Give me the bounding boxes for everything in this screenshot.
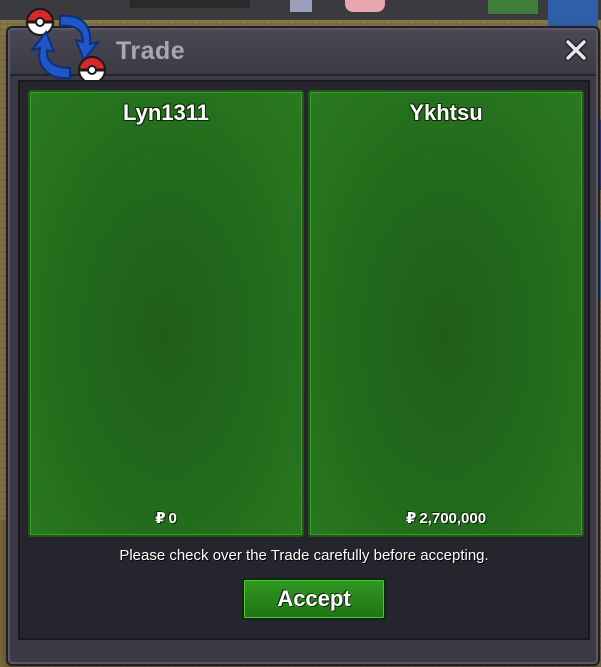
world-tile <box>488 0 538 14</box>
world-tile <box>130 0 250 8</box>
pokedollar-icon: ₽ <box>155 510 166 527</box>
trade-exchange-icon <box>25 8 107 84</box>
money-offer-right: ₽2,700,000 <box>310 509 582 527</box>
trade-content: Lyn1311 ₽0 Ykhtsu ₽2,700,000 Please chec… <box>18 80 590 640</box>
trade-panel-left: Lyn1311 ₽0 <box>28 90 304 537</box>
money-value-left: 0 <box>168 510 177 527</box>
trade-panel-right: Ykhtsu ₽2,700,000 <box>308 90 584 537</box>
pokedollar-icon: ₽ <box>405 510 417 527</box>
close-icon[interactable] <box>564 38 588 62</box>
accept-button[interactable]: Accept <box>242 578 386 620</box>
trade-window: Trade Lyn1311 ₽0 Ykhtsu ₽2,700,000 Pleas… <box>8 8 598 664</box>
money-value-right: 2,700,000 <box>419 510 487 527</box>
money-offer-left: ₽0 <box>30 509 302 527</box>
trader-name-right: Ykhtsu <box>409 100 483 125</box>
window-title: Trade <box>116 37 186 65</box>
world-character <box>345 0 385 12</box>
world-character <box>290 0 312 12</box>
trade-notice: Please check over the Trade carefully be… <box>119 547 489 564</box>
trader-name-left: Lyn1311 <box>122 100 210 125</box>
